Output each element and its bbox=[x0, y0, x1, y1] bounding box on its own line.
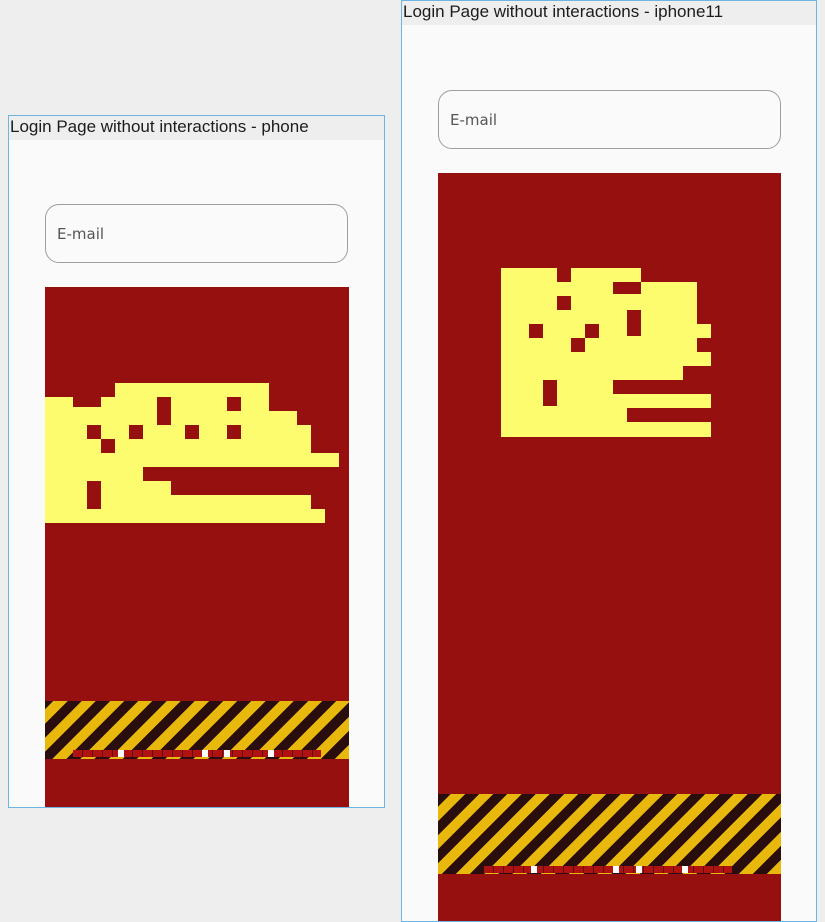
stripes-bar bbox=[484, 866, 732, 873]
email-field[interactable]: E-mail bbox=[45, 204, 348, 263]
frame-title: Login Page without interactions - phone bbox=[9, 116, 384, 140]
glitch-pattern bbox=[501, 268, 711, 437]
pixel-dot bbox=[224, 750, 230, 757]
pixel-dot bbox=[268, 750, 274, 757]
frame-phone: Login Page without interactions - phone … bbox=[8, 115, 385, 808]
pixel-dot bbox=[118, 750, 124, 757]
pixel-dot bbox=[202, 750, 208, 757]
stripes-band bbox=[438, 794, 781, 874]
email-field[interactable]: E-mail bbox=[438, 90, 781, 149]
stripes-bar bbox=[73, 750, 321, 757]
pixel-dot bbox=[613, 866, 619, 873]
error-widget bbox=[45, 287, 349, 807]
pixel-dot bbox=[636, 866, 642, 873]
pixel-dot bbox=[531, 866, 537, 873]
email-placeholder: E-mail bbox=[57, 224, 105, 243]
error-widget bbox=[438, 173, 781, 921]
email-placeholder: E-mail bbox=[450, 110, 498, 129]
frame-title: Login Page without interactions - iphone… bbox=[402, 1, 816, 25]
frame-iphone11: Login Page without interactions - iphone… bbox=[401, 0, 817, 922]
pixel-dot bbox=[682, 866, 688, 873]
glitch-pattern bbox=[45, 383, 339, 523]
